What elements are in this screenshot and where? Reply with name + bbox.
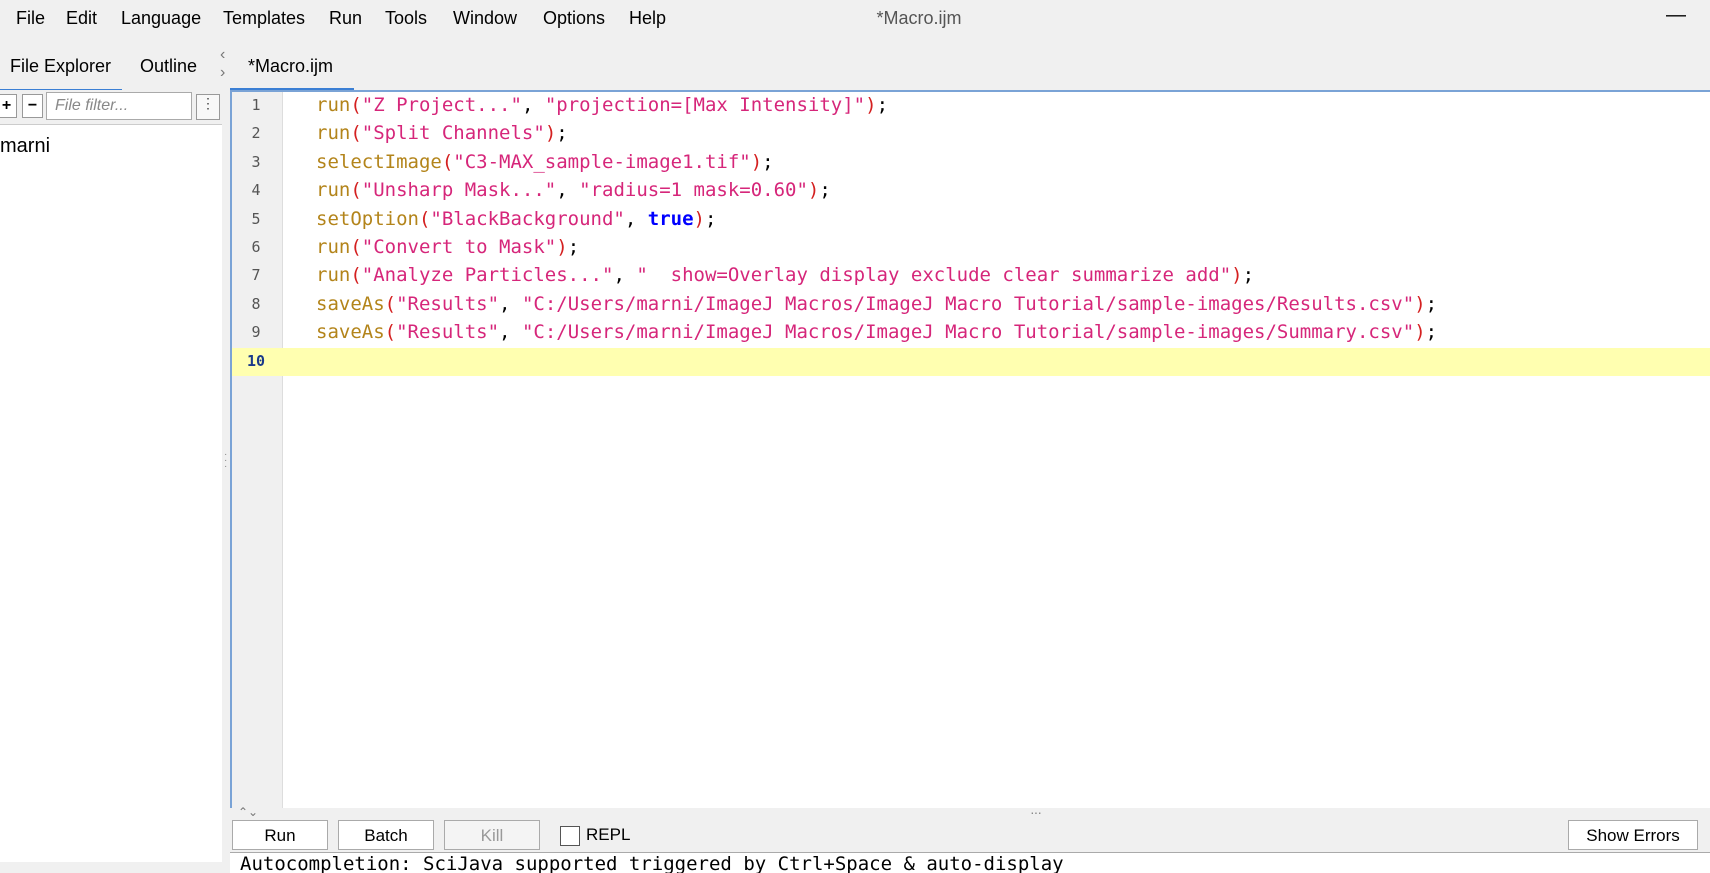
run-toolbar: Run Batch Kill REPL Show Errors — [230, 818, 1710, 852]
repl-label: REPL — [586, 825, 631, 844]
file-filter-input[interactable] — [46, 92, 192, 120]
code-line[interactable]: 1 run("Z Project...", "projection=[Max In… — [232, 92, 1710, 120]
line-number: 1 — [251, 96, 261, 114]
console-text: Autocompletion: SciJava supported trigge… — [240, 853, 1064, 873]
splitter-arrows-icon[interactable]: ⌃⌄ — [238, 805, 258, 819]
code-text: saveAs("Results", "C:/Users/marni/ImageJ… — [316, 321, 1438, 344]
line-number: 9 — [251, 323, 261, 342]
line-number: 5 — [251, 209, 261, 228]
code-text: setOption("BlackBackground", true); — [316, 207, 717, 230]
code-text: run("Analyze Particles...", " show=Overl… — [316, 264, 1255, 287]
file-explorer-panel: + − ⋮ marni — [0, 90, 222, 862]
code-line[interactable]: 7 run("Analyze Particles...", " show=Over… — [232, 262, 1710, 290]
line-number: 2 — [251, 124, 261, 143]
line-number: 10 — [246, 351, 266, 370]
editor-tabs: *Macro.ijm — [230, 48, 1710, 92]
panel-divider[interactable] — [222, 90, 230, 861]
run-button[interactable]: Run — [232, 820, 328, 850]
tab-file-explorer[interactable]: File Explorer — [10, 56, 111, 77]
line-number: 7 — [251, 266, 261, 285]
tab-macro-ijm[interactable]: *Macro.ijm — [248, 56, 333, 77]
code-line[interactable]: 8 saveAs("Results", "C:/Users/marni/Image… — [232, 291, 1710, 319]
code-line[interactable]: 5 setOption("BlackBackground", true); — [232, 206, 1710, 234]
add-folder-button[interactable]: + — [0, 94, 17, 118]
batch-button[interactable]: Batch — [338, 820, 434, 850]
minimize-icon[interactable]: — — [1666, 4, 1686, 27]
show-errors-button[interactable]: Show Errors — [1568, 820, 1698, 850]
tree-item-marni[interactable]: marni — [0, 135, 50, 158]
tab-outline[interactable]: Outline — [140, 56, 197, 77]
code-line[interactable]: 2 run("Split Channels"); — [232, 120, 1710, 148]
line-number: 6 — [251, 238, 261, 256]
code-text: run("Unsharp Mask...", "radius=1 mask=0.… — [316, 179, 831, 202]
line-number: 3 — [251, 152, 261, 171]
kill-button[interactable]: Kill — [444, 820, 540, 850]
console-output[interactable]: Autocompletion: SciJava supported trigge… — [230, 852, 1710, 873]
code-line[interactable]: 9 saveAs("Results", "C:/Users/marni/Image… — [232, 319, 1710, 347]
line-number: 4 — [251, 181, 261, 200]
code-text: run("Convert to Mask"); — [316, 236, 580, 258]
code-line[interactable]: 3 selectImage("C3-MAX_sample-image1.tif")… — [232, 149, 1710, 177]
code-text: selectImage("C3-MAX_sample-image1.tif"); — [316, 150, 774, 173]
line-number: 8 — [251, 294, 261, 313]
file-tree: marni — [0, 124, 222, 862]
code-text: run("Z Project...", "projection=[Max Int… — [316, 94, 889, 116]
sidebar-tabs: File Explorer Outline — [0, 48, 222, 93]
remove-folder-button[interactable]: − — [22, 94, 43, 118]
code-text: saveAs("Results", "C:/Users/marni/ImageJ… — [316, 292, 1438, 315]
repl-checkbox[interactable] — [560, 826, 580, 846]
menu-bar: File Edit Language Templates Run Tools W… — [0, 0, 1710, 38]
code-editor[interactable]: 1 run("Z Project...", "projection=[Max In… — [230, 92, 1710, 810]
code-line[interactable]: 4 run("Unsharp Mask...", "radius=1 mask=0… — [232, 177, 1710, 205]
more-options-icon[interactable]: ⋮ — [196, 94, 220, 120]
code-line[interactable]: 10 — [232, 347, 1710, 376]
divider-grip-icon[interactable]: · · · — [224, 450, 227, 472]
code-line[interactable]: 6 run("Convert to Mask"); — [232, 234, 1710, 262]
window-title: *Macro.ijm — [876, 8, 962, 28]
code-text: run("Split Channels"); — [316, 122, 568, 145]
